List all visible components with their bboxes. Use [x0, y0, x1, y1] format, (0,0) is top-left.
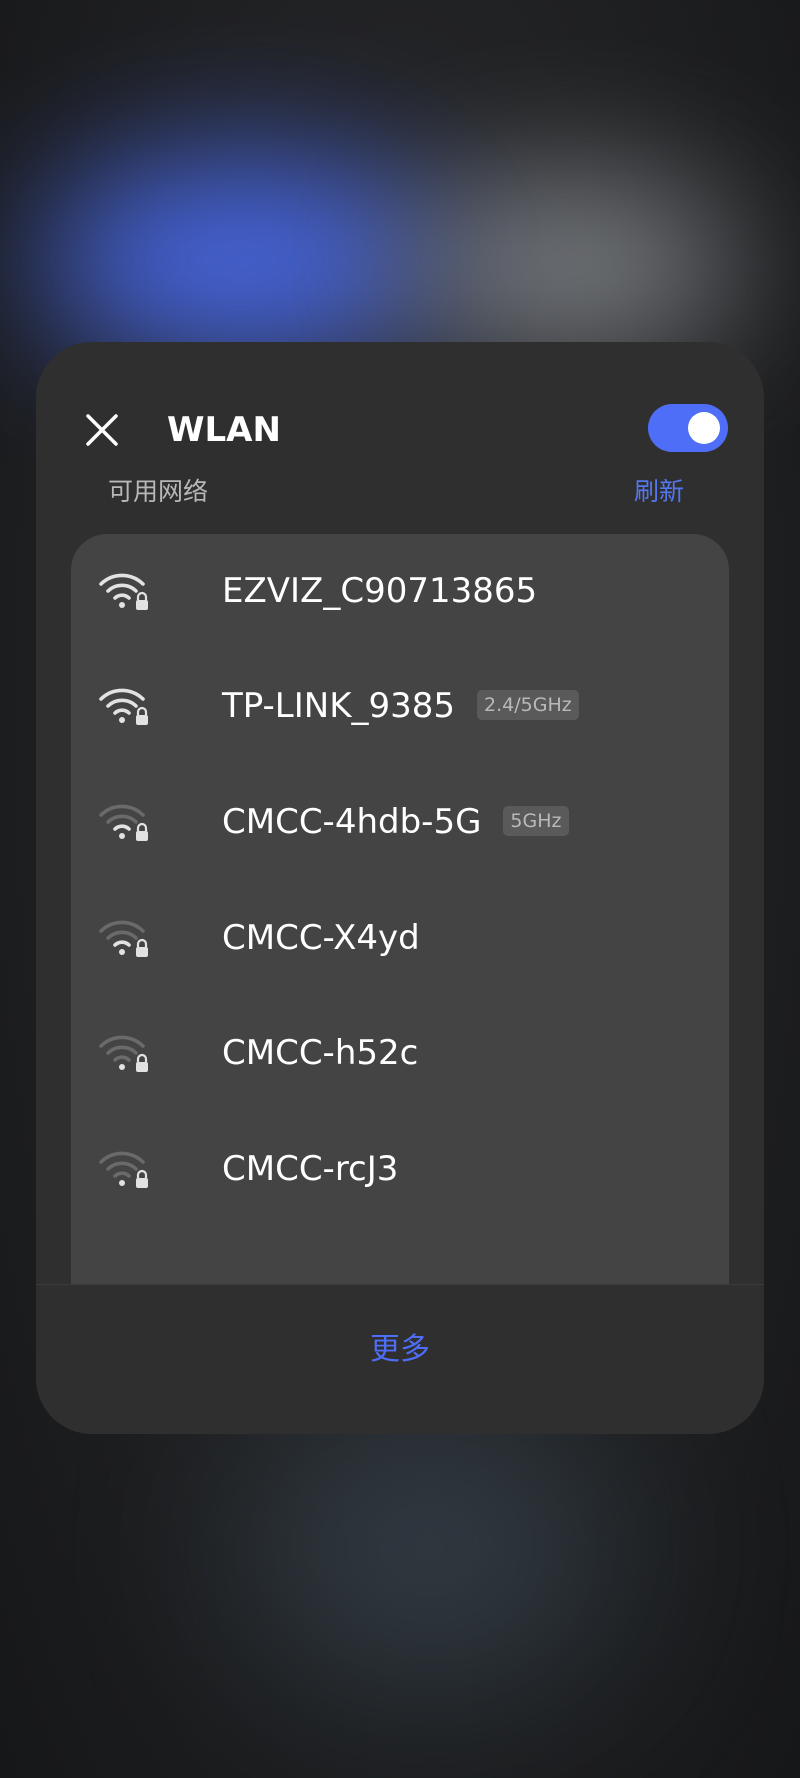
panel-footer: 更多 — [36, 1284, 764, 1434]
panel-title: WLAN — [167, 410, 281, 450]
background-blur-grey — [410, 180, 740, 350]
wlan-panel: WLAN 可用网络 刷新 EZVIZ_C90713865 TP-LINK_938… — [36, 342, 764, 1434]
wifi-locked-icon — [99, 573, 148, 610]
network-list: EZVIZ_C90713865 TP-LINK_9385 2.4/5GHz CM… — [71, 534, 729, 1334]
network-ssid: CMCC-rcJ3 — [222, 1149, 399, 1189]
more-button[interactable]: 更多 — [36, 1285, 764, 1415]
network-row-cmcc-h52c[interactable]: CMCC-h52c — [71, 996, 729, 1108]
network-row-cmcc-4hdb[interactable]: CMCC-4hdb-5G 5GHz — [71, 765, 729, 877]
wifi-weak-locked-icon — [99, 920, 148, 957]
available-networks-label: 可用网络 — [108, 477, 209, 506]
network-ssid: CMCC-4hdb-5G — [222, 802, 482, 842]
wifi-locked-icon — [99, 688, 148, 725]
wifi-weak-locked-icon — [99, 1035, 148, 1072]
network-ssid: CMCC-h52c — [222, 1033, 419, 1073]
network-ssid: TP-LINK_9385 — [222, 686, 456, 726]
close-button[interactable] — [82, 410, 122, 450]
network-row-cmcc-x4yd[interactable]: CMCC-X4yd — [71, 881, 729, 993]
toggle-knob — [688, 412, 720, 444]
band-badge: 2.4/5GHz — [477, 689, 579, 720]
panel-header: WLAN — [36, 342, 764, 458]
background-blur-blue — [40, 160, 440, 360]
wifi-weak-locked-icon — [99, 804, 148, 841]
network-ssid: EZVIZ_C90713865 — [222, 571, 538, 611]
network-ssid: CMCC-X4yd — [222, 918, 420, 958]
wlan-toggle[interactable] — [648, 404, 728, 452]
close-icon — [86, 414, 118, 446]
band-badge: 5GHz — [503, 805, 569, 836]
network-row-cmcc-rcj3[interactable]: CMCC-rcJ3 — [71, 1112, 729, 1224]
background-blur-bottom — [250, 1420, 610, 1680]
refresh-button[interactable]: 刷新 — [634, 476, 684, 508]
network-row-tplink[interactable]: TP-LINK_9385 2.4/5GHz — [71, 649, 729, 761]
wifi-weak-locked-icon — [99, 1151, 148, 1188]
network-row-ezviz[interactable]: EZVIZ_C90713865 — [71, 534, 729, 646]
